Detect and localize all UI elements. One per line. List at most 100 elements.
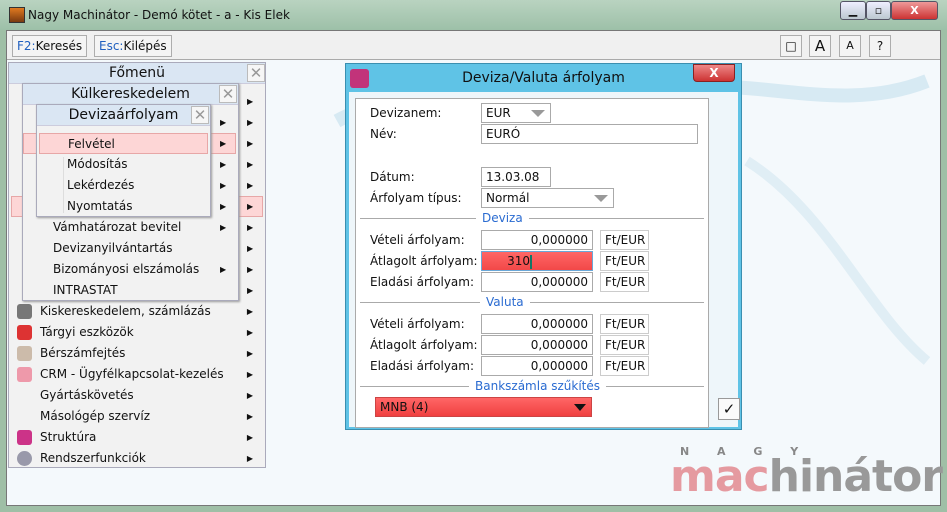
main-menu-item[interactable]: Tárgyi eszközök ▶ bbox=[11, 322, 263, 343]
cube-icon bbox=[17, 430, 32, 445]
main-menu-item[interactable]: CRM - Ügyfélkapcsolat-kezelés ▶ bbox=[11, 364, 263, 385]
valuta-eladasi-field[interactable]: 0,000000 bbox=[481, 356, 593, 376]
deviza-eladasi-field[interactable]: 0,000000 bbox=[481, 272, 593, 292]
select-value: EUR bbox=[486, 106, 511, 120]
arrow-right-icon: ▶ bbox=[246, 370, 253, 379]
divider bbox=[360, 218, 704, 219]
kulker-item[interactable]: Vámhatározat bevitel bbox=[37, 217, 235, 238]
window-title: Nagy Machinátor - Demó kötet - a - Kis E… bbox=[28, 8, 290, 22]
deviza-item-felvetel[interactable]: Felvétel bbox=[39, 133, 208, 154]
dialog-title: Deviza/Valuta árfolyam bbox=[462, 70, 625, 86]
main-menu-list: Kiskereskedelem, számlázás ▶ Tárgyi eszkö… bbox=[11, 301, 263, 469]
maximize-button[interactable]: ▫ bbox=[866, 1, 891, 20]
deviza-veteli-field[interactable]: 0,000000 bbox=[481, 230, 593, 250]
datum-label: Dátum: bbox=[370, 170, 415, 184]
arrow-right-icon: ▶ bbox=[246, 328, 253, 337]
unit-label: Ft/EUR bbox=[600, 356, 649, 376]
item-label: Devizanyilvántartás bbox=[53, 241, 173, 255]
deviza-atlag-field[interactable]: 310 bbox=[481, 251, 593, 271]
unit-label: Ft/EUR bbox=[600, 272, 649, 292]
bank-select[interactable]: MNB (4) bbox=[375, 397, 592, 417]
kulker-menu-title: Külkereskedelem bbox=[23, 84, 238, 105]
form-panel: Devizanem: EUR Név: EURÓ Dátum: 13.03.08… bbox=[355, 98, 709, 428]
logo-pink-text: mac bbox=[670, 451, 770, 502]
kulker-item[interactable]: Bizományosi elszámolás bbox=[37, 259, 235, 280]
valuta-veteli-field[interactable]: 0,000000 bbox=[481, 314, 593, 334]
item-label: Nyomtatás bbox=[67, 199, 133, 213]
item-label: Tárgyi eszközök bbox=[40, 325, 134, 339]
deviza-menu-close-icon[interactable]: ✕ bbox=[191, 106, 209, 124]
client-area: F2:Keresés Esc:Kilépés □ A A ? Főmenü ✕ … bbox=[6, 30, 943, 506]
title-bar: Nagy Machinátor - Demó kötet - a - Kis E… bbox=[0, 0, 947, 30]
nev-label: Név: bbox=[370, 127, 397, 141]
item-label: Felvétel bbox=[68, 137, 115, 151]
close-button[interactable]: X bbox=[891, 1, 938, 20]
main-menu-item[interactable]: Gyártáskövetés ▶ bbox=[11, 385, 263, 406]
font-larger-button[interactable]: A bbox=[809, 35, 831, 57]
chevron-down-icon bbox=[574, 404, 586, 411]
toolbar: F2:Keresés Esc:Kilépés □ A A ? bbox=[7, 31, 940, 60]
nev-field[interactable]: EURÓ bbox=[481, 124, 698, 144]
exit-button[interactable]: Esc:Kilépés bbox=[94, 35, 172, 57]
window-mode-button[interactable]: □ bbox=[780, 35, 802, 57]
kulker-menu-arrows: ▶ ▶ ▶ ▶ ▶ ▶ ▶ bbox=[220, 118, 227, 274]
valuta-veteli-label: Vételi árfolyam: bbox=[370, 317, 465, 331]
search-button[interactable]: F2:Keresés bbox=[12, 35, 88, 57]
text-cursor bbox=[530, 254, 532, 269]
deviza-item[interactable]: Módosítás bbox=[39, 154, 208, 175]
valuta-atlag-field[interactable]: 0,000000 bbox=[481, 335, 593, 355]
item-label: Gyártáskövetés bbox=[40, 388, 134, 402]
deviza-atlag-label: Átlagolt árfolyam: bbox=[370, 254, 478, 268]
devizanem-select[interactable]: EUR bbox=[481, 103, 551, 123]
arrow-right-icon: ▶ bbox=[246, 412, 253, 421]
arrow-right-icon: ▶ bbox=[246, 454, 253, 463]
main-menu-close-icon[interactable]: ✕ bbox=[247, 64, 265, 82]
nagy-machinator-logo: N A G Y machinátor bbox=[670, 445, 943, 505]
kulker-menu-close-icon[interactable]: ✕ bbox=[219, 85, 237, 103]
item-label: Bérszámfejtés bbox=[40, 346, 126, 360]
main-menu-item[interactable]: Rendszerfunkciók ▶ bbox=[11, 448, 263, 469]
payroll-icon bbox=[17, 346, 32, 361]
house-icon bbox=[17, 325, 32, 340]
help-button[interactable]: ? bbox=[869, 35, 891, 57]
cash-register-icon bbox=[17, 304, 32, 319]
devizaarfolyam-menu: Devizaárfolyam ✕ Felvétel Módosítás Leké… bbox=[36, 104, 211, 217]
field-value: 310 bbox=[507, 254, 530, 268]
main-menu-item[interactable]: Másológép szervíz ▶ bbox=[11, 406, 263, 427]
tipus-select[interactable]: Normál bbox=[481, 188, 614, 208]
item-label: CRM - Ügyfélkapcsolat-kezelés bbox=[40, 367, 224, 381]
people-icon bbox=[17, 367, 32, 382]
main-menu-item[interactable]: Kiskereskedelem, számlázás ▶ bbox=[11, 301, 263, 322]
valuta-atlag-label: Átlagolt árfolyam: bbox=[370, 338, 478, 352]
kulker-item[interactable]: INTRASTAT bbox=[37, 280, 235, 301]
exit-shortcut: Esc: bbox=[99, 39, 124, 53]
deviza-section-title: Deviza bbox=[476, 211, 529, 225]
app-icon bbox=[9, 7, 25, 23]
dialog-body: Devizanem: EUR Név: EURÓ Dátum: 13.03.08… bbox=[349, 92, 740, 428]
valuta-section-title: Valuta bbox=[480, 295, 530, 309]
item-label: Módosítás bbox=[67, 157, 128, 171]
datum-field[interactable]: 13.03.08 bbox=[481, 167, 551, 187]
unit-label: Ft/EUR bbox=[600, 251, 649, 271]
deviza-item[interactable]: Lekérdezés bbox=[39, 175, 208, 196]
arrow-right-icon: ▶ bbox=[246, 349, 253, 358]
deviza-menu-title: Devizaárfolyam bbox=[37, 105, 210, 126]
exit-label: Kilépés bbox=[123, 39, 167, 53]
main-menu-arrows: ▶ ▶ ▶ ▶ ▶ ▶ ▶ ▶ ▶ ▶ bbox=[247, 97, 254, 295]
font-smaller-button[interactable]: A bbox=[839, 35, 861, 57]
unit-label: Ft/EUR bbox=[600, 335, 649, 355]
kulker-item[interactable]: Devizanyilvántartás bbox=[37, 238, 235, 259]
valuta-eladasi-label: Eladási árfolyam: bbox=[370, 359, 475, 373]
ok-button[interactable]: ✓ bbox=[718, 398, 740, 420]
minimize-button[interactable]: ▁ bbox=[840, 1, 866, 20]
dialog-close-button[interactable]: X bbox=[693, 64, 735, 82]
deviza-item[interactable]: Nyomtatás bbox=[39, 196, 208, 217]
main-menu-title: Főmenü bbox=[9, 63, 265, 84]
main-menu-item[interactable]: Bérszámfejtés ▶ bbox=[11, 343, 263, 364]
exchange-rate-dialog: Deviza/Valuta árfolyam X Devizanem: EUR … bbox=[345, 63, 742, 430]
divider bbox=[360, 302, 704, 303]
arrow-right-icon: ▶ bbox=[246, 307, 253, 316]
item-label: Bizományosi elszámolás bbox=[53, 262, 200, 276]
unit-label: Ft/EUR bbox=[600, 314, 649, 334]
main-menu-item[interactable]: Struktúra ▶ bbox=[11, 427, 263, 448]
